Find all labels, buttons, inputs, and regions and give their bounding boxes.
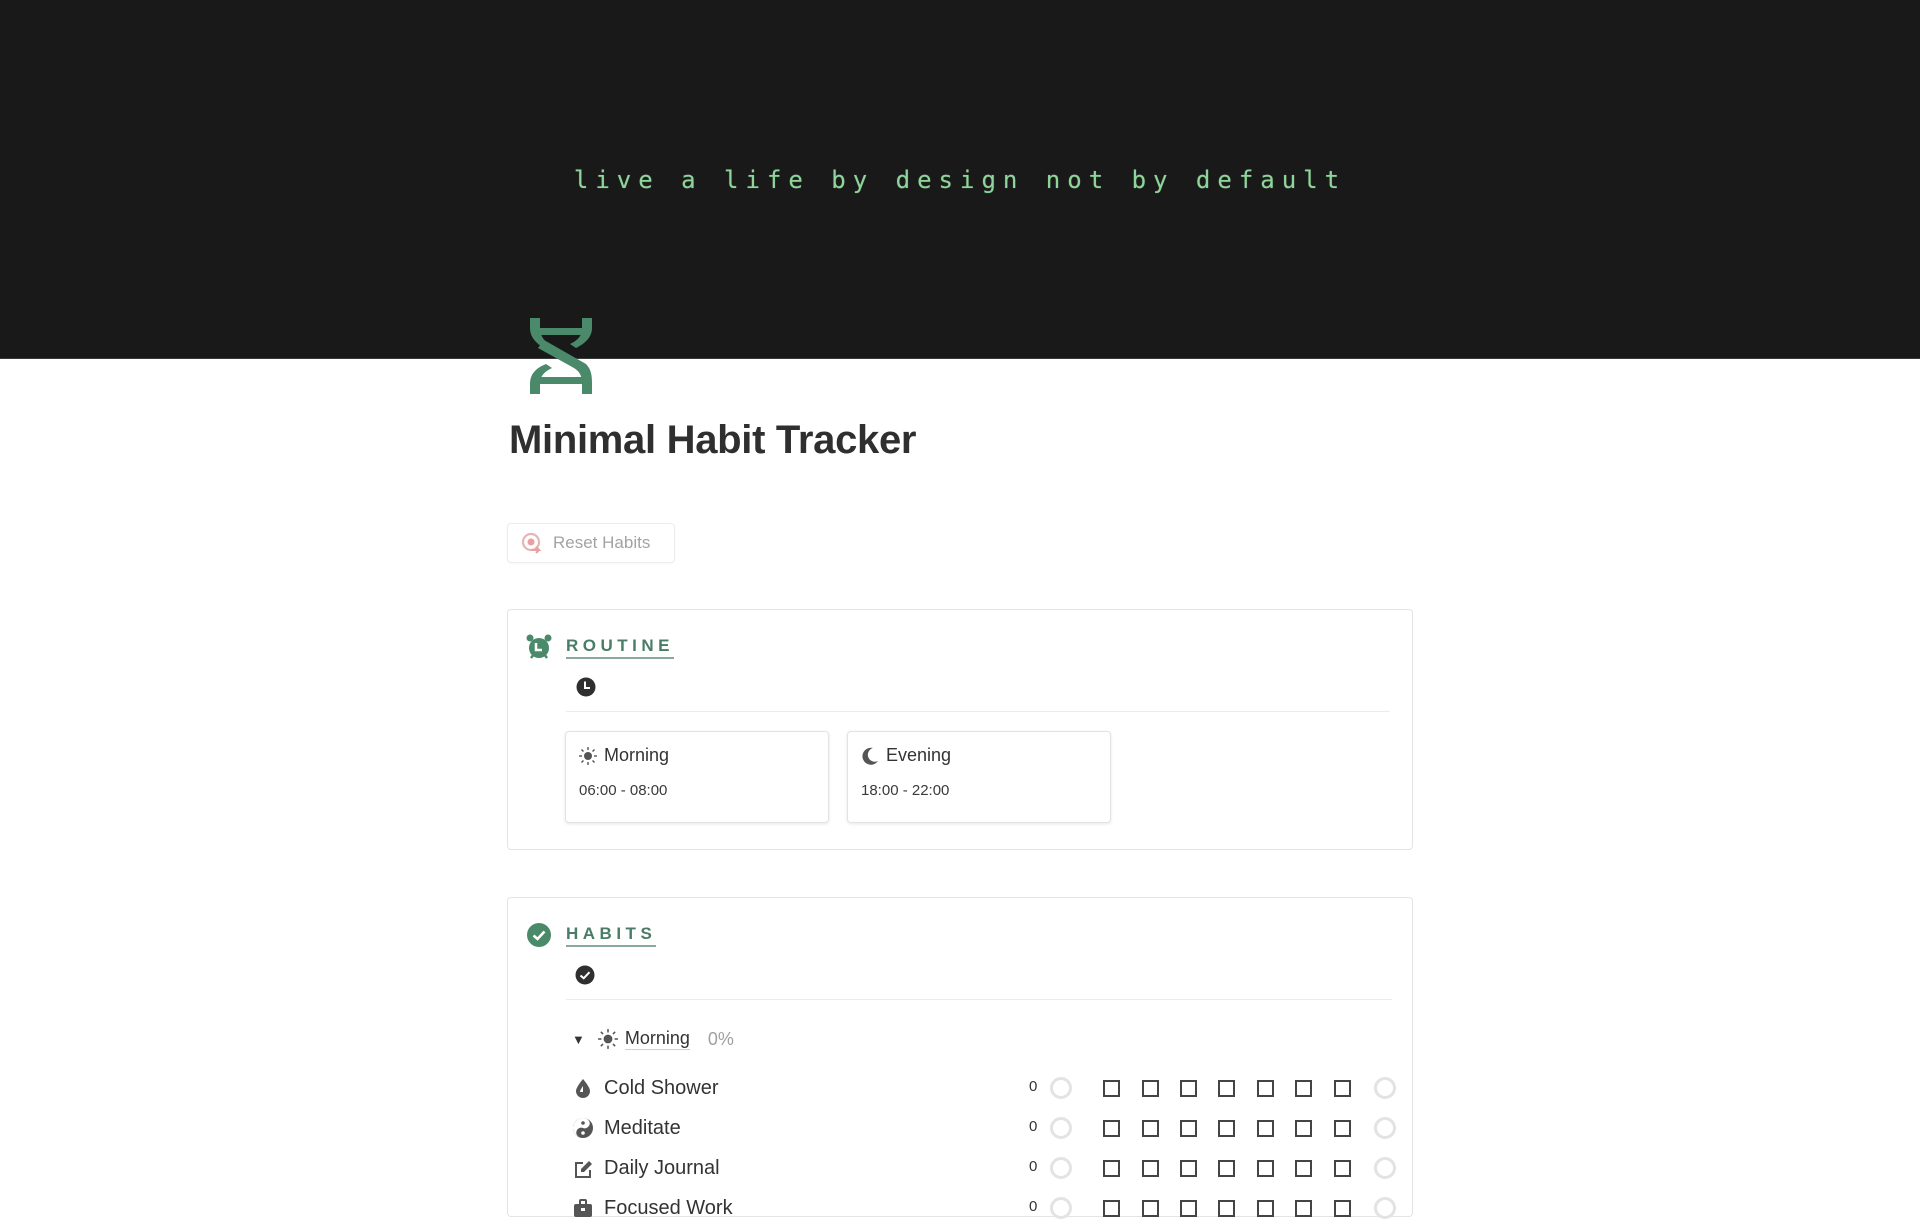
habit-day-checkbox[interactable] (1295, 1120, 1312, 1137)
habit-group-morning: ▼ Morning 0% (572, 1028, 734, 1050)
habit-name-link[interactable]: Focused Work (572, 1192, 733, 1224)
habit-day-checkbox[interactable] (1295, 1080, 1312, 1097)
sun-icon (597, 1029, 618, 1049)
habit-day-checkbox[interactable] (1257, 1160, 1274, 1177)
routine-card-evening[interactable]: Evening 18:00 - 22:00 (847, 731, 1111, 823)
habit-day-checkbox[interactable] (1334, 1160, 1351, 1177)
check-circle-icon (575, 965, 595, 985)
habit-day-checkbox[interactable] (1218, 1120, 1235, 1137)
cover-banner: live a life by design not by default (0, 0, 1920, 359)
moon-icon (862, 747, 878, 765)
habit-name-link[interactable]: Daily Journal (572, 1152, 720, 1184)
habit-day-checkbox[interactable] (1180, 1120, 1197, 1137)
habit-day-checkbox[interactable] (1142, 1080, 1159, 1097)
habit-name-link[interactable]: Meditate (572, 1112, 681, 1144)
habit-end-ring[interactable] (1374, 1077, 1396, 1099)
habit-day-checkbox[interactable] (1103, 1080, 1120, 1097)
work-icon (574, 1199, 592, 1217)
habit-day-checkbox[interactable] (1218, 1080, 1235, 1097)
habit-day-checkbox[interactable] (1257, 1120, 1274, 1137)
habit-day-checkbox[interactable] (1142, 1120, 1159, 1137)
habit-day-checkbox[interactable] (1103, 1200, 1120, 1217)
habit-row: Focused Work 0 (572, 1192, 1412, 1224)
habit-name-link[interactable]: Cold Shower (572, 1072, 719, 1104)
habit-day-checkbox[interactable] (1334, 1080, 1351, 1097)
habit-start-ring[interactable] (1050, 1197, 1072, 1219)
alarm-clock-icon (526, 634, 552, 659)
habit-day-checkbox[interactable] (1257, 1080, 1274, 1097)
habit-name: Daily Journal (604, 1156, 720, 1179)
sun-icon (579, 746, 597, 765)
clock-icon (576, 677, 596, 697)
habits-divider (566, 999, 1392, 1000)
routine-heading[interactable]: ROUTINE (566, 636, 674, 659)
reset-habits-label: Reset Habits (553, 533, 651, 552)
habit-count: 0 (1029, 1118, 1038, 1135)
card-title: Evening (886, 745, 952, 765)
habit-day-checkbox[interactable] (1142, 1200, 1159, 1217)
habit-count: 0 (1029, 1078, 1038, 1095)
routine-divider (566, 711, 1390, 712)
toggle-triangle-icon[interactable]: ▼ (572, 1032, 585, 1047)
card-time: 06:00 - 08:00 (579, 782, 668, 799)
habit-row: Cold Shower 0 (572, 1072, 1412, 1104)
group-name[interactable]: Morning (624, 1028, 690, 1050)
habit-start-ring[interactable] (1050, 1157, 1072, 1179)
dna-icon (530, 318, 592, 394)
habit-day-checkbox[interactable] (1295, 1160, 1312, 1177)
habit-day-checkbox[interactable] (1180, 1200, 1197, 1217)
habit-day-checkbox[interactable] (1334, 1200, 1351, 1217)
habit-day-checkbox[interactable] (1218, 1160, 1235, 1177)
habit-row: Meditate 0 (572, 1112, 1412, 1144)
water-drop-icon (576, 1079, 590, 1098)
habit-day-checkbox[interactable] (1180, 1080, 1197, 1097)
card-time: 18:00 - 22:00 (861, 782, 950, 799)
habit-day-checkbox[interactable] (1142, 1160, 1159, 1177)
edit-note-icon (575, 1161, 592, 1178)
habit-day-checkbox[interactable] (1295, 1200, 1312, 1217)
routine-card-morning[interactable]: Morning 06:00 - 08:00 (565, 731, 829, 823)
habit-end-ring[interactable] (1374, 1117, 1396, 1139)
habits-section: HABITS ▼ Morning 0% Cold Shower 0 Meditate… (507, 897, 1413, 1219)
habit-name: Cold Shower (604, 1076, 719, 1099)
habit-day-checkbox[interactable] (1257, 1200, 1274, 1217)
habit-name: Meditate (604, 1116, 681, 1139)
reset-habits-button[interactable]: Reset Habits (507, 523, 675, 563)
page-title: Minimal Habit Tracker (509, 418, 917, 462)
habit-day-checkbox[interactable] (1103, 1120, 1120, 1137)
habit-day-checkbox[interactable] (1180, 1160, 1197, 1177)
routine-section: ROUTINE Morning 06:00 - 08:00 Evening 18… (507, 609, 1413, 850)
habit-start-ring[interactable] (1050, 1077, 1072, 1099)
habit-end-ring[interactable] (1374, 1157, 1396, 1179)
habit-day-checkbox[interactable] (1334, 1120, 1351, 1137)
habit-count: 0 (1029, 1158, 1038, 1175)
habit-name: Focused Work (604, 1196, 733, 1219)
cover-quote: live a life by design not by default (573, 166, 1347, 194)
habit-count: 0 (1029, 1198, 1038, 1215)
card-title: Morning (604, 745, 670, 765)
habits-heading[interactable]: HABITS (566, 924, 657, 947)
habit-start-ring[interactable] (1050, 1117, 1072, 1139)
habit-row: Daily Journal 0 (572, 1152, 1412, 1184)
group-percent: 0% (707, 1028, 734, 1049)
yin-yang-icon (573, 1118, 593, 1138)
habit-day-checkbox[interactable] (1218, 1200, 1235, 1217)
check-circle-icon (527, 923, 551, 947)
reset-target-icon (521, 532, 542, 554)
habit-day-checkbox[interactable] (1103, 1160, 1120, 1177)
habit-end-ring[interactable] (1374, 1197, 1396, 1219)
